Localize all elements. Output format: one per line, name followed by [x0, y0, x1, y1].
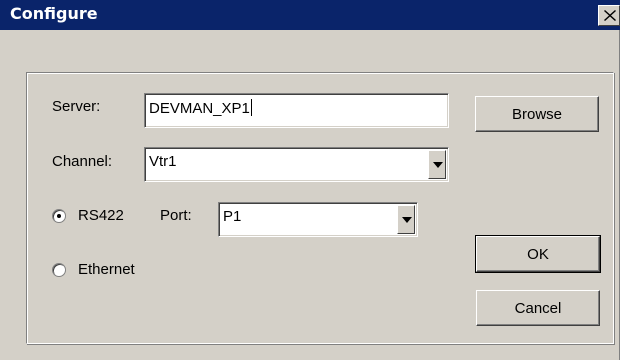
channel-label: Channel: — [52, 153, 113, 170]
port-select[interactable]: P1 — [218, 202, 418, 237]
rs422-label: RS422 — [78, 207, 124, 224]
window-title: Configure — [10, 4, 98, 23]
server-input[interactable]: DEVMAN_XP1 — [144, 93, 449, 128]
port-dropdown-button[interactable] — [397, 205, 415, 234]
server-label: Server: — [52, 98, 101, 115]
text-caret — [250, 99, 252, 116]
browse-button[interactable]: Browse — [475, 96, 599, 132]
channel-value: Vtr1 — [149, 153, 177, 170]
configure-dialog: Configure Server: DEVMAN_XP1 Browse Chan… — [0, 0, 620, 360]
rs422-radio[interactable] — [52, 209, 66, 223]
server-value: DEVMAN_XP1 — [149, 100, 250, 117]
ethernet-radio[interactable] — [52, 263, 66, 277]
ok-button[interactable]: OK — [475, 235, 601, 273]
cancel-button[interactable]: Cancel — [476, 290, 600, 326]
channel-dropdown-button[interactable] — [428, 150, 446, 179]
chevron-down-icon — [433, 162, 443, 168]
port-value: P1 — [223, 208, 242, 225]
port-label: Port: — [160, 207, 192, 224]
channel-select[interactable]: Vtr1 — [144, 147, 449, 182]
chevron-down-icon — [402, 217, 412, 223]
close-button[interactable] — [598, 5, 620, 26]
ethernet-label: Ethernet — [78, 261, 135, 278]
title-bar[interactable]: Configure — [0, 0, 620, 30]
close-icon — [604, 10, 616, 21]
